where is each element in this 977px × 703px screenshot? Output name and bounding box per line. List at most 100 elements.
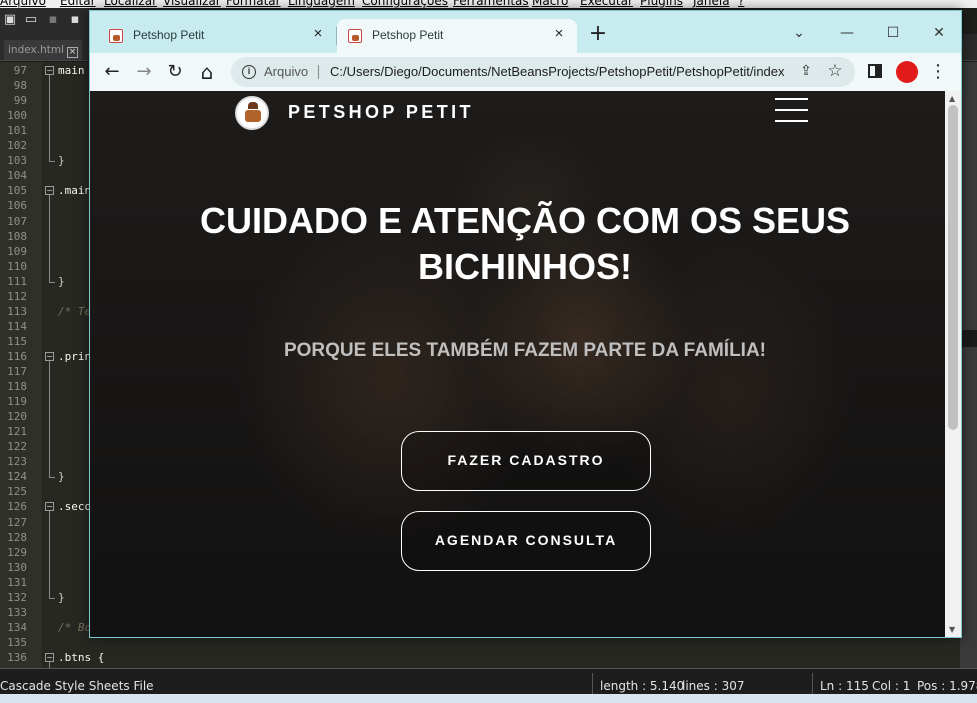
- fold-toggle-icon[interactable]: −: [45, 66, 54, 75]
- bookmark-star-icon[interactable]: ☆: [826, 61, 844, 81]
- menu-item-visualizar[interactable]: Visualizar: [163, 0, 221, 8]
- line-number: 128: [7, 530, 27, 544]
- menu-item-editar[interactable]: Editar: [60, 0, 96, 8]
- info-icon[interactable]: i: [242, 65, 256, 79]
- fold-toggle-icon[interactable]: −: [45, 351, 54, 361]
- line-number: 121: [7, 425, 27, 439]
- line-number: 109: [7, 244, 27, 258]
- menu-item-ferramentas[interactable]: Ferramentas: [453, 0, 529, 8]
- close-icon[interactable]: ×: [310, 26, 326, 42]
- signup-button[interactable]: FAZER CADASTRO: [401, 431, 651, 491]
- menu-item-janela[interactable]: Janela: [693, 0, 730, 8]
- scroll-down-arrow-icon[interactable]: ▼: [949, 625, 955, 634]
- line-number: 102: [7, 139, 27, 153]
- fold-toggle-icon[interactable]: −: [45, 652, 54, 662]
- open-folder-icon[interactable]: ▭: [24, 13, 38, 27]
- fold-guide-end: [49, 477, 55, 479]
- line-number: 111: [7, 274, 27, 288]
- browser-tab-1[interactable]: Petshop Petit ×: [98, 19, 336, 53]
- new-file-icon[interactable]: ▣: [3, 13, 17, 27]
- new-tab-button[interactable]: +: [586, 23, 610, 47]
- menu-item-arquivo[interactable]: Arquivo: [0, 0, 46, 8]
- close-icon[interactable]: ×: [66, 47, 78, 58]
- code-line[interactable]: .main: [58, 184, 91, 197]
- menu-item-macro[interactable]: Macro: [532, 0, 568, 8]
- close-window-button[interactable]: ✕: [916, 19, 962, 47]
- line-number: 124: [7, 470, 27, 484]
- code-line[interactable]: }: [58, 154, 65, 167]
- code-line[interactable]: .btns {: [58, 651, 104, 664]
- line-number: 122: [7, 440, 27, 454]
- line-number: 98: [13, 79, 27, 93]
- tab-title: Petshop Petit: [133, 28, 205, 42]
- petshop-favicon-icon: [109, 29, 123, 43]
- status-position: Pos : 1.978: [917, 679, 977, 693]
- menu-item-executar[interactable]: Executar: [580, 0, 633, 8]
- code-line[interactable]: }: [58, 591, 65, 604]
- back-button[interactable]: ←: [100, 60, 124, 84]
- status-column: Col : 1: [872, 679, 911, 693]
- menu-item-configuracoes[interactable]: Configurações: [362, 0, 448, 8]
- line-number: 135: [7, 635, 27, 649]
- save-all-icon[interactable]: ▪: [68, 13, 82, 27]
- maximize-button[interactable]: ☐: [870, 19, 916, 47]
- editor-toolbar: ▣ ▭ ▪ ▪: [0, 8, 90, 34]
- code-line[interactable]: .prin: [58, 350, 91, 363]
- code-line[interactable]: /* Bo: [58, 621, 91, 634]
- save-icon[interactable]: ▪: [46, 13, 60, 27]
- menu-item-formatar[interactable]: Formatar: [226, 0, 281, 8]
- schedule-appointment-button[interactable]: AGENDAR CONSULTA: [401, 511, 651, 571]
- line-number: 105: [7, 184, 27, 198]
- tab-title: Petshop Petit: [372, 28, 444, 42]
- editor-scrollbar[interactable]: [960, 62, 977, 668]
- menu-item-plugins[interactable]: Plugins: [640, 0, 683, 8]
- chevron-down-icon[interactable]: ⌄: [776, 19, 822, 47]
- fold-guide-end: [49, 281, 55, 283]
- petshop-logo[interactable]: [235, 96, 269, 130]
- browser-window: Petshop Petit × Petshop Petit × + ⌄ — ☐ …: [89, 10, 962, 638]
- status-length: length : 5.140: [600, 679, 685, 693]
- browser-tab-2[interactable]: Petshop Petit ×: [337, 19, 577, 53]
- line-number: 133: [7, 605, 27, 619]
- fold-guide-end: [49, 161, 55, 163]
- menu-item-localizar[interactable]: Localizar: [104, 0, 157, 8]
- line-number: 115: [7, 334, 27, 348]
- line-number: 116: [7, 349, 27, 363]
- page-scrollbar[interactable]: ▲ ▼: [945, 91, 961, 637]
- menu-item-linguagem[interactable]: Linguagem: [288, 0, 355, 8]
- code-line[interactable]: /* Te: [58, 305, 91, 318]
- home-button[interactable]: ⌂: [195, 60, 219, 84]
- side-panel-icon[interactable]: [868, 64, 882, 78]
- line-number: 119: [7, 395, 27, 409]
- reload-button[interactable]: ↻: [163, 60, 187, 84]
- code-line[interactable]: }: [58, 470, 65, 483]
- line-number: 117: [7, 365, 27, 378]
- close-icon[interactable]: ×: [551, 26, 567, 42]
- minimize-button[interactable]: —: [824, 19, 870, 47]
- share-icon[interactable]: ⇪: [797, 63, 815, 81]
- code-line[interactable]: main: [58, 64, 85, 77]
- hero-title: CUIDADO E ATENÇÃO COM OS SEUS BICHINHOS!: [199, 200, 851, 287]
- site-name[interactable]: PETSHOP PETIT: [288, 102, 474, 123]
- profile-avatar[interactable]: [896, 61, 918, 83]
- line-number: 104: [7, 169, 27, 183]
- code-line[interactable]: .seco: [58, 500, 91, 513]
- address-separator: [318, 65, 319, 79]
- forward-button[interactable]: →: [132, 60, 156, 84]
- menu-item-help[interactable]: ?: [738, 0, 744, 8]
- scroll-up-arrow-icon[interactable]: ▲: [949, 94, 955, 103]
- address-url[interactable]: C:/Users/Diego/Documents/NetBeansProject…: [330, 64, 785, 79]
- scrollbar-thumb[interactable]: [948, 105, 958, 430]
- kebab-menu-icon[interactable]: ⋮: [929, 61, 947, 83]
- line-number: 125: [7, 485, 27, 499]
- address-bar[interactable]: i Arquivo C:/Users/Diego/Documents/NetBe…: [231, 57, 855, 87]
- editor-tab-index-html[interactable]: index.html ×: [4, 40, 82, 60]
- hamburger-menu-icon[interactable]: [775, 97, 808, 123]
- line-number: 112: [7, 289, 27, 303]
- fold-guide: [49, 360, 50, 478]
- fold-toggle-icon[interactable]: −: [45, 502, 54, 512]
- code-line[interactable]: }: [58, 275, 65, 288]
- page-viewport: PETSHOP PETIT CUIDADO E ATENÇÃO COM OS S…: [90, 91, 945, 637]
- line-number: 136: [7, 650, 27, 664]
- fold-toggle-icon[interactable]: −: [45, 186, 54, 196]
